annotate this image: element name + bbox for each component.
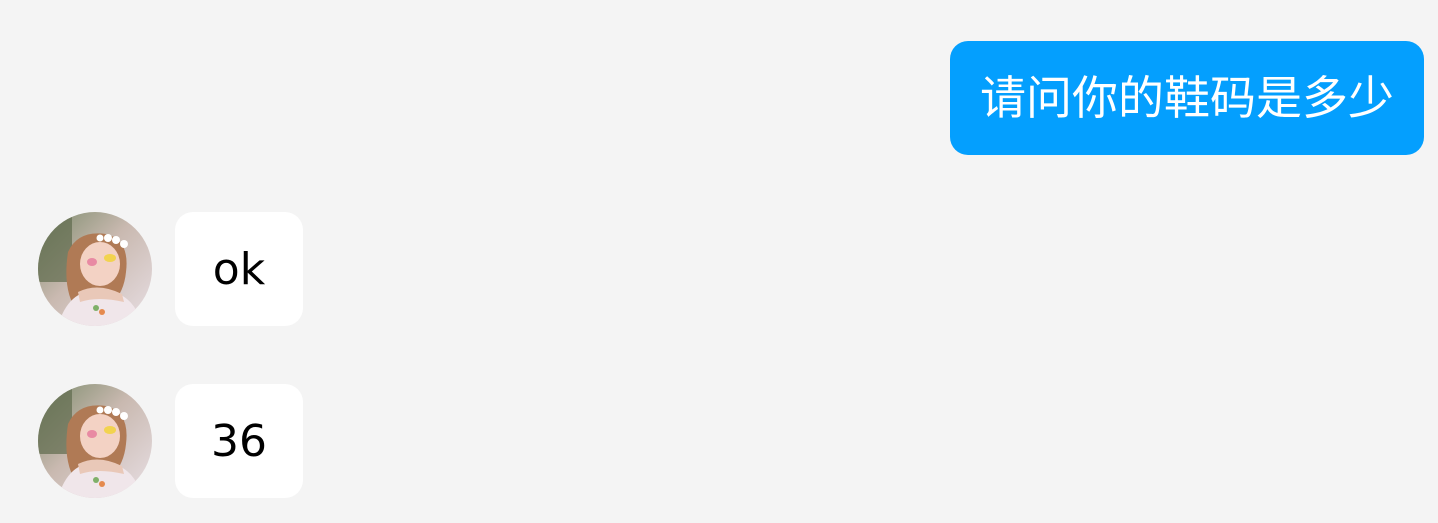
- message-text: 36: [211, 415, 267, 467]
- incoming-message-row: 36: [38, 383, 303, 499]
- incoming-message-row: ok: [38, 211, 303, 327]
- contact-avatar[interactable]: [38, 212, 152, 326]
- avatar-photo-icon: [38, 384, 152, 498]
- message-text: 请问你的鞋码是多少: [980, 71, 1394, 125]
- message-text: ok: [212, 243, 266, 295]
- avatar-photo-icon: [38, 212, 152, 326]
- incoming-message-bubble[interactable]: ok: [175, 212, 303, 326]
- contact-avatar[interactable]: [38, 384, 152, 498]
- chat-message-list: 请问你的鞋码是多少 ok 36: [0, 0, 1438, 523]
- outgoing-message-bubble[interactable]: 请问你的鞋码是多少: [950, 41, 1424, 155]
- incoming-message-bubble[interactable]: 36: [175, 384, 303, 498]
